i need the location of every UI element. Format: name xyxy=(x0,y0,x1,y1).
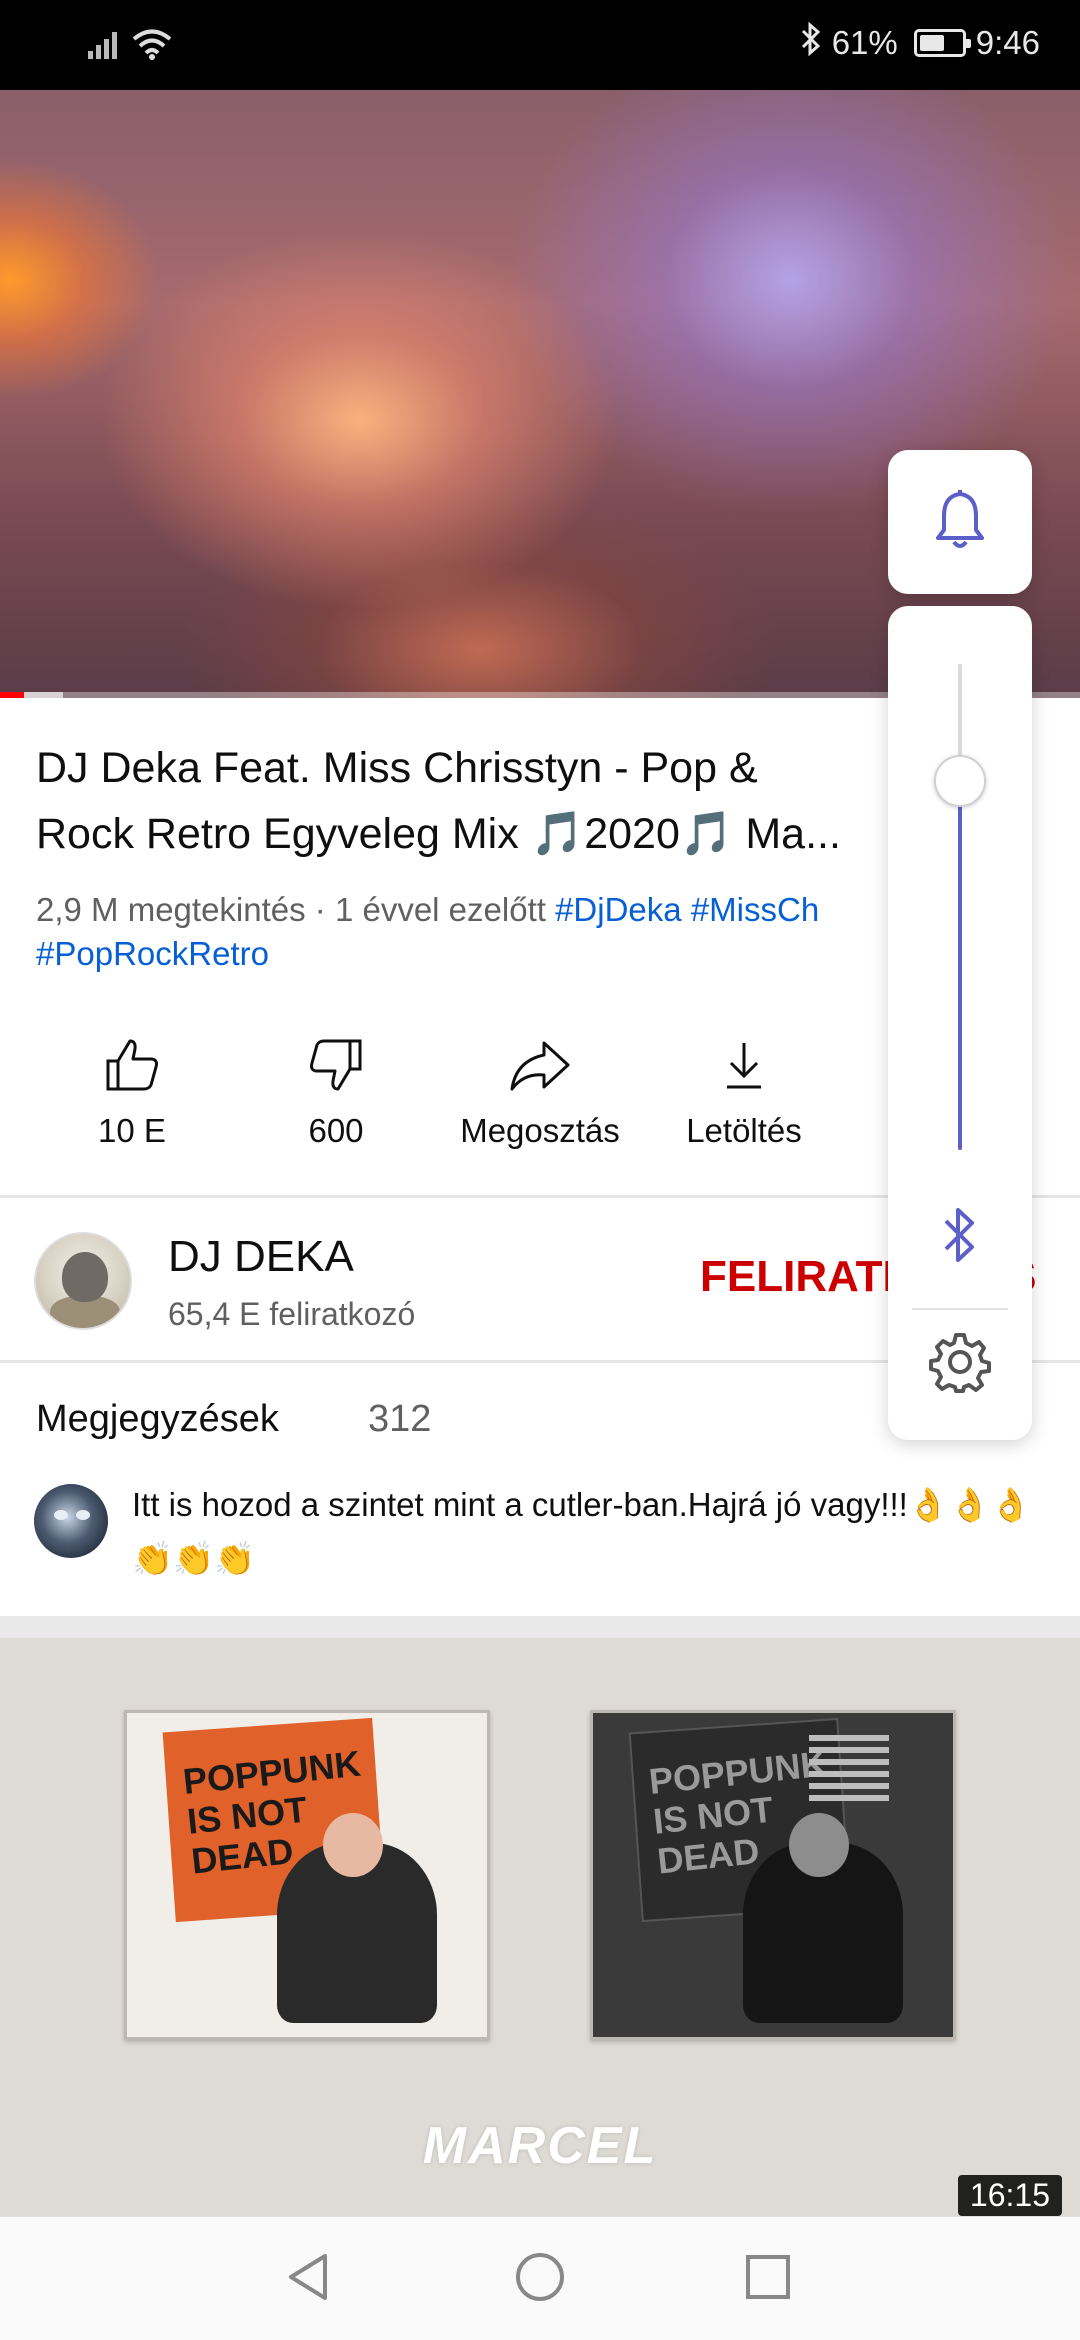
gear-icon xyxy=(929,1331,991,1398)
album-cover-bw: POPPUNK IS NOT DEAD xyxy=(590,1710,956,2040)
status-bar: 61% 9:46 xyxy=(0,0,1080,90)
volume-slider[interactable] xyxy=(958,664,962,1150)
sound-settings-button[interactable] xyxy=(928,1332,992,1396)
bell-icon xyxy=(930,488,990,557)
download-label: Letöltés xyxy=(686,1112,802,1149)
status-right: 61% 9:46 xyxy=(800,21,1040,64)
home-button[interactable] xyxy=(508,2247,572,2311)
share-label: Megosztás xyxy=(460,1112,620,1149)
battery-icon xyxy=(913,29,971,57)
clock: 9:46 xyxy=(975,24,1040,61)
recents-icon xyxy=(743,2252,793,2307)
hashtag-poprockretro[interactable]: #PopRockRetro xyxy=(36,935,269,972)
album-tracklist xyxy=(809,1735,909,1825)
hashtag-misschrisstyn[interactable]: #MissCh xyxy=(691,891,819,928)
volume-slider-thumb[interactable] xyxy=(934,754,986,807)
next-video-thumbnail[interactable]: POPPUNK IS NOT DEAD POPPUNK IS NOT DEAD … xyxy=(0,1638,1080,2216)
comments-title[interactable]: Megjegyzések xyxy=(36,1398,279,1441)
status-left xyxy=(88,28,172,65)
share-icon xyxy=(440,1030,640,1100)
dislike-button[interactable]: 600 xyxy=(236,1030,436,1150)
volume-panel xyxy=(888,606,1032,1440)
album-cover-color: POPPUNK IS NOT DEAD xyxy=(124,1710,490,2040)
volume-slider-fill xyxy=(958,780,962,1150)
bluetooth-icon xyxy=(940,1204,980,1271)
hashtag-djdeka[interactable]: #DjDeka xyxy=(555,891,682,928)
thumbs-down-icon xyxy=(236,1030,436,1100)
back-icon xyxy=(283,2250,333,2309)
top-comment-text[interactable]: Itt is hozod a szintet mint a cutler-ban… xyxy=(132,1478,1052,1586)
video-duration-badge: 16:15 xyxy=(957,2175,1062,2216)
battery-percent: 61% xyxy=(831,24,898,61)
download-icon xyxy=(644,1030,844,1100)
views-and-age: 2,9 M megtekintés · 1 évvel ezelőtt xyxy=(36,891,546,928)
like-count: 10 E xyxy=(98,1112,166,1149)
volume-panel-divider xyxy=(912,1308,1008,1310)
channel-name[interactable]: DJ DEKA xyxy=(168,1232,354,1282)
thumbnail-brand-text: MARCEL xyxy=(422,2117,658,2175)
signal-icon xyxy=(88,29,122,64)
ringer-mode-button[interactable] xyxy=(888,450,1032,594)
dislike-count: 600 xyxy=(308,1112,364,1149)
thumbs-up-icon xyxy=(32,1030,232,1100)
bluetooth-icon xyxy=(800,21,822,64)
share-button[interactable]: Megosztás xyxy=(440,1030,640,1150)
like-button[interactable]: 10 E xyxy=(32,1030,232,1150)
bluetooth-output-button[interactable] xyxy=(930,1202,990,1272)
recents-button[interactable] xyxy=(736,2247,800,2311)
comments-count: 312 xyxy=(368,1398,432,1440)
section-separator xyxy=(0,1616,1080,1638)
channel-avatar[interactable] xyxy=(34,1232,132,1330)
wifi-icon xyxy=(132,28,172,65)
system-navigation-bar xyxy=(0,2216,1080,2340)
commenter-avatar[interactable] xyxy=(34,1484,108,1558)
home-icon xyxy=(513,2250,567,2309)
video-played-fill xyxy=(0,692,24,698)
download-button[interactable]: Letöltés xyxy=(644,1030,844,1150)
subscriber-count: 65,4 E feliratkozó xyxy=(168,1296,416,1332)
back-button[interactable] xyxy=(276,2247,340,2311)
